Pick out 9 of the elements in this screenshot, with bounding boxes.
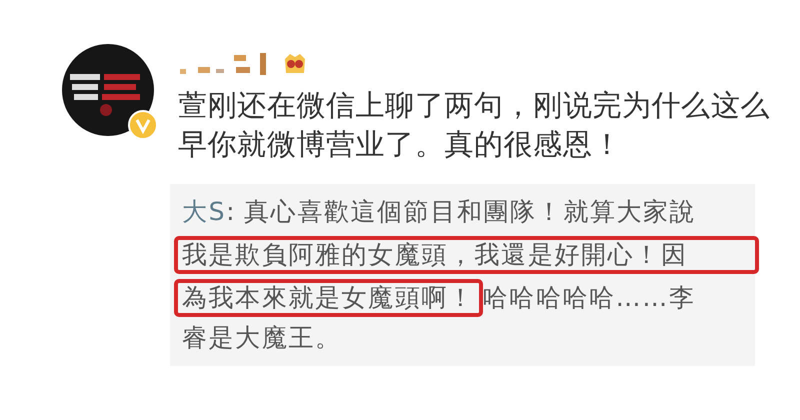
highlighted-quote-text: 為我本來就是女魔頭啊！ (174, 279, 483, 317)
avatar-logo-icon (62, 44, 154, 136)
separator: : (226, 197, 236, 226)
quote-text: 哈哈哈哈哈……李 (482, 283, 696, 312)
post-text: 萱刚还在微信上聊了两句，刚说完为什么这么早你就微博营业了。真的很感恩！ (178, 87, 771, 163)
quote-text: 真心喜歡這個節目和團隊！就算大家說 (244, 197, 696, 226)
highlighted-quote-text: 我是欺負阿雅的女魔頭，我還是好開心！因 (174, 236, 759, 274)
author-link[interactable]: 大S (182, 197, 226, 226)
quote-text: 睿是大魔王。 (182, 322, 343, 354)
